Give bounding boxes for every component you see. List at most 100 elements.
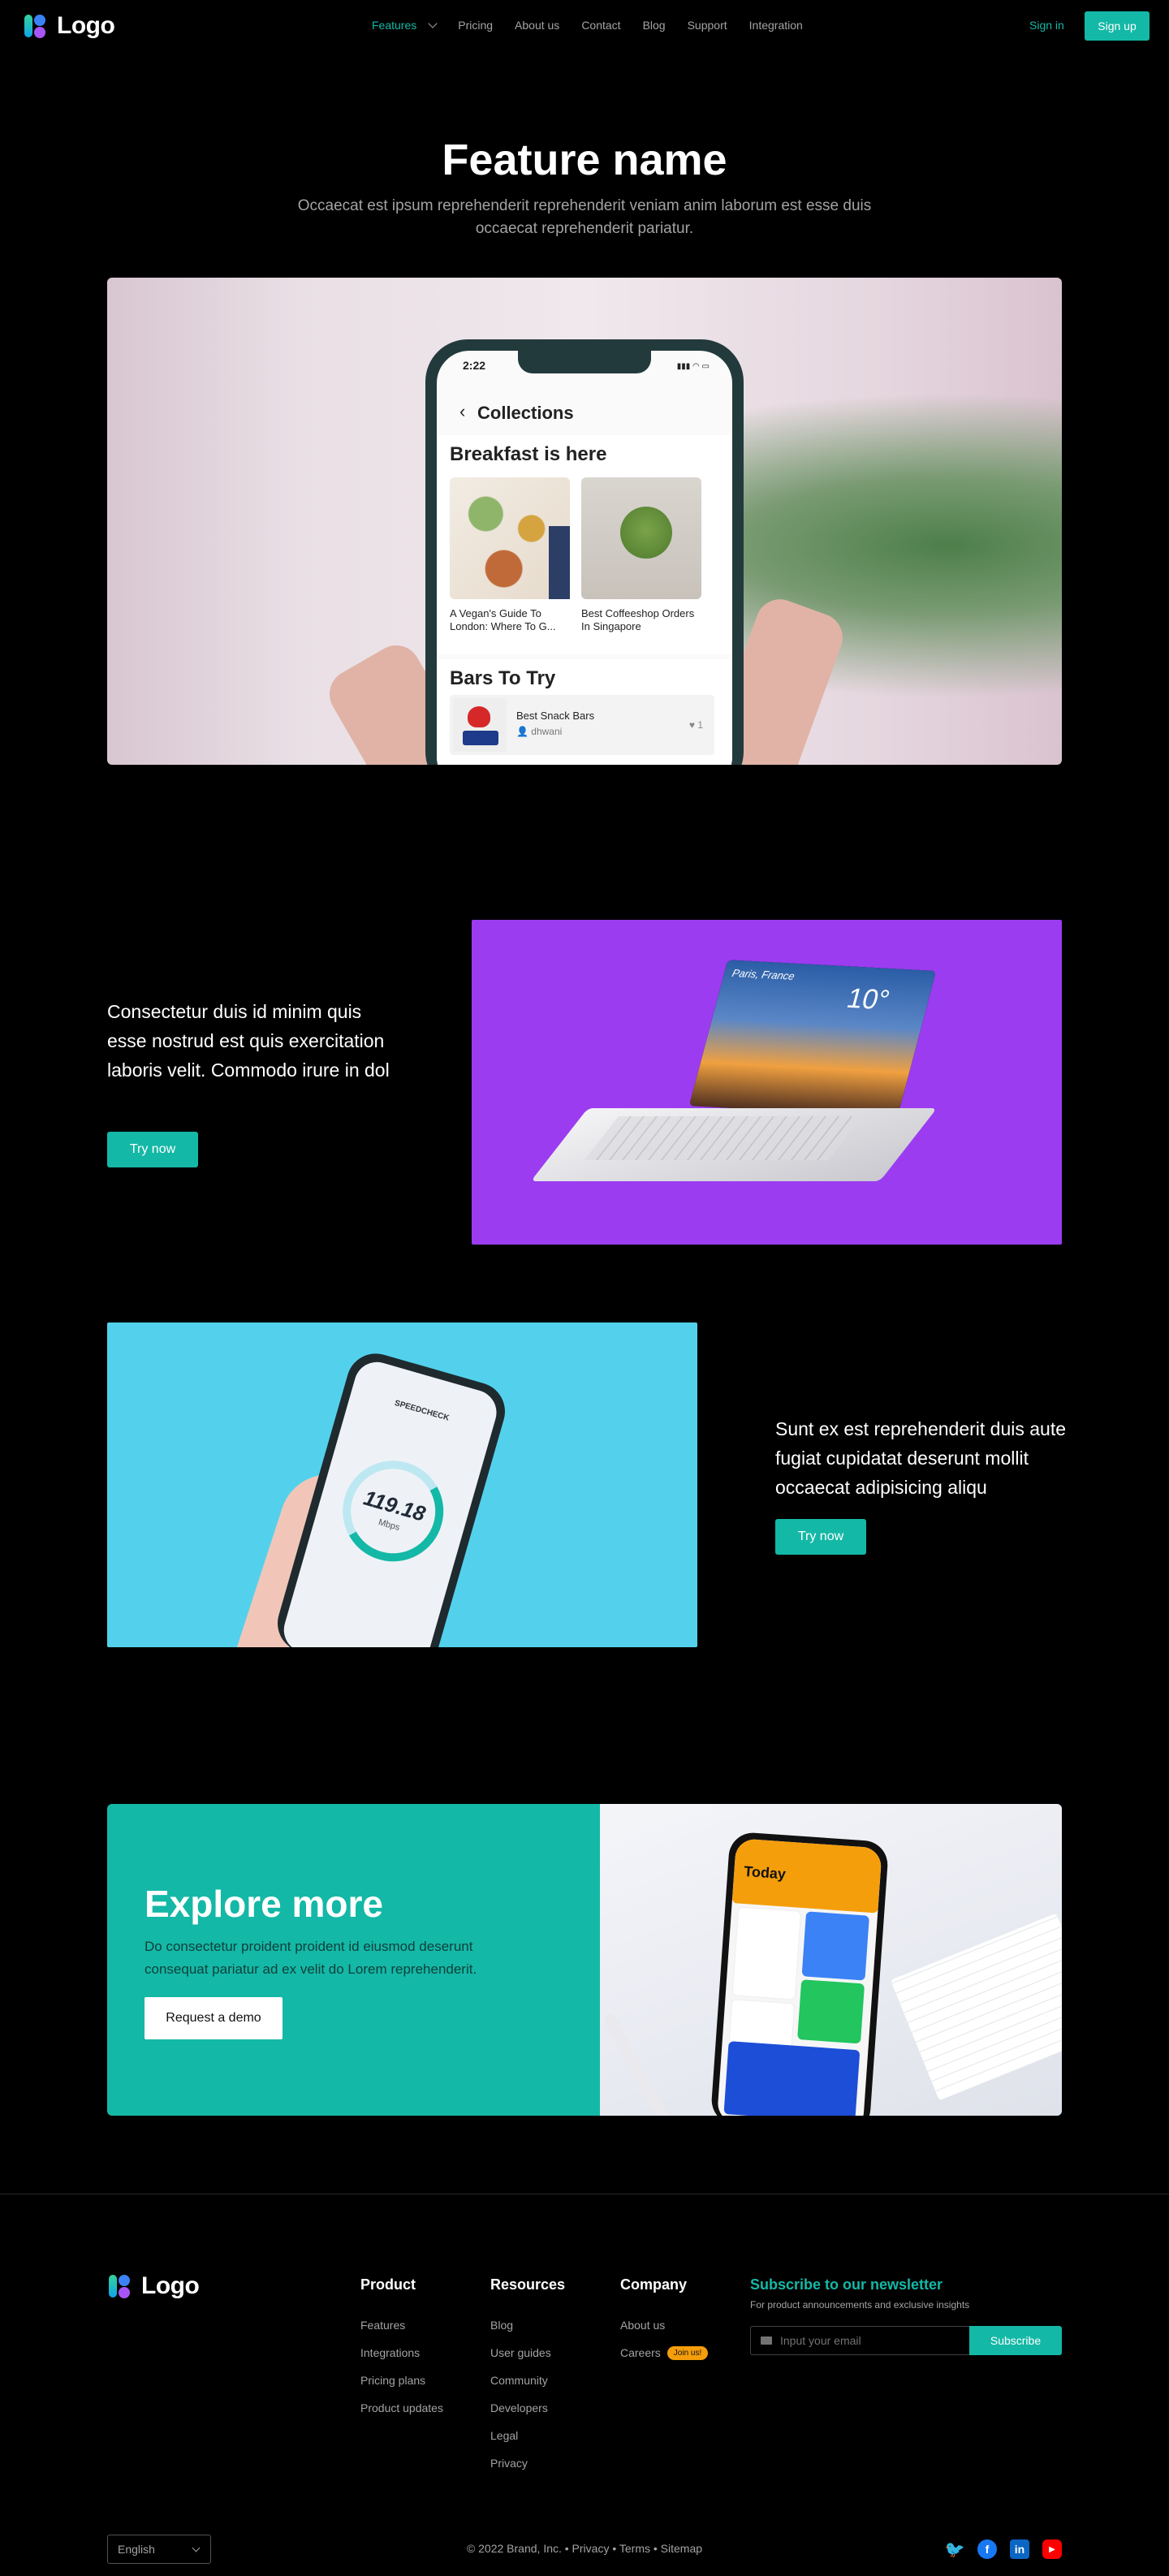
footer-link-label: Careers: [620, 2346, 661, 2359]
weather-temp: 10°: [843, 982, 893, 1016]
footer-col-title: Resources: [490, 2276, 566, 2293]
nav-blog[interactable]: Blog: [643, 19, 666, 32]
twitter-icon[interactable]: 🐦: [945, 2539, 965, 2559]
request-demo-button[interactable]: Request a demo: [145, 1997, 283, 2039]
footer-link[interactable]: Community: [490, 2367, 565, 2394]
nav-pricing[interactable]: Pricing: [458, 19, 493, 32]
phone-notch: [518, 351, 651, 373]
phone-mockup: 2:22 ▮▮▮ ◠ ▭ ‹ Collections Breakfast is …: [425, 339, 744, 765]
list-item: Best Snack Bars 👤 dhwani ♥ 1: [450, 695, 714, 755]
join-us-badge: Join us!: [666, 2345, 709, 2360]
youtube-icon[interactable]: ▶: [1042, 2539, 1062, 2559]
snack-thumbnail: [453, 698, 507, 752]
footer-link[interactable]: Integrations: [360, 2339, 443, 2367]
footer-link[interactable]: Features: [360, 2311, 443, 2339]
explore-subtitle: Do consectetur proident proident id eius…: [145, 1939, 477, 1977]
nav-support[interactable]: Support: [688, 19, 727, 32]
try-now-button[interactable]: Try now: [107, 1132, 198, 1167]
facebook-icon[interactable]: f: [977, 2539, 997, 2559]
try-now-button[interactable]: Try now: [775, 1519, 866, 1555]
subscribe-button[interactable]: Subscribe: [969, 2326, 1062, 2355]
phone-collections-title: Collections: [477, 403, 574, 423]
sign-up-button[interactable]: Sign up: [1085, 11, 1150, 41]
card-caption: A Vegan's Guide To London: Where To G...: [450, 607, 556, 632]
footer-link[interactable]: Pricing plans: [360, 2367, 443, 2394]
phone-screen: SPEEDCHECK 119.18 Mbps: [278, 1357, 503, 1647]
footer-link[interactable]: Blog: [490, 2311, 565, 2339]
footer-link[interactable]: Legal: [490, 2422, 565, 2449]
pen: [602, 2012, 674, 2116]
social-links: 🐦 f in ▶: [945, 2539, 1062, 2559]
phone-section-breakfast: Breakfast is here A Vegan's Guide To Lon…: [437, 435, 732, 654]
sign-in-link[interactable]: Sign in: [1029, 19, 1064, 32]
list-item-title: Best Snack Bars: [516, 710, 595, 722]
logo-text: Logo: [57, 12, 115, 39]
footer-link[interactable]: User guides: [490, 2339, 565, 2367]
footer-link[interactable]: Privacy: [490, 2449, 565, 2477]
phone-section-bars: Bars To Try Best Snack Bars 👤 dhwani ♥ 1: [437, 659, 732, 765]
chevron-down-icon: [428, 19, 438, 28]
email-placeholder: Input your email: [780, 2334, 861, 2347]
newsletter-title: Subscribe to our newsletter: [750, 2276, 943, 2293]
logo-mark-icon: [107, 2272, 136, 2301]
back-chevron-icon: ‹: [459, 401, 466, 421]
hero-title: Feature name: [442, 136, 727, 184]
footer-col-company: Company About us Careers Join us!: [620, 2276, 709, 2367]
live-data-tile: [731, 1906, 802, 2000]
footer-col-title: Product: [360, 2276, 416, 2293]
email-field[interactable]: Input your email: [750, 2326, 969, 2355]
food-card-image: [450, 477, 570, 599]
card-caption: Best Coffeeshop Orders In Singapore: [581, 607, 695, 632]
paris-wallpaper: [688, 960, 937, 1117]
feature2-text: Sunt ex est reprehenderit duis aute fugi…: [775, 1418, 1067, 1498]
like-value: 1: [697, 719, 703, 731]
main-nav: Features Pricing About us Contact Blog S…: [372, 19, 803, 32]
explore-banner: Explore more Do consectetur proident pro…: [107, 1804, 1062, 2116]
nav-integration[interactable]: Integration: [749, 19, 803, 32]
nav-features[interactable]: Features: [372, 19, 438, 32]
newsletter-subtitle: For product announcements and exclusive …: [750, 2299, 970, 2311]
footer-link-careers[interactable]: Careers Join us!: [620, 2339, 709, 2367]
site-header: Logo Features Pricing About us Contact B…: [0, 0, 1169, 52]
footer-logo[interactable]: Logo: [107, 2272, 200, 2301]
feature1-text: Consectetur duis id minim quis esse nost…: [107, 1001, 390, 1081]
highlights-tile: [797, 1979, 865, 2044]
like-count: ♥ 1: [688, 719, 703, 731]
hero-subtitle: Occaecat est ipsum reprehenderit reprehe…: [297, 197, 872, 237]
nav-about[interactable]: About us: [515, 19, 559, 32]
feature2-image: SPEEDCHECK 119.18 Mbps: [107, 1323, 697, 1647]
logo-text: Logo: [141, 2272, 200, 2299]
footer-link[interactable]: Developers: [490, 2394, 565, 2422]
phone-section-title: Breakfast is here: [450, 443, 607, 465]
phone-screen: 2:22 ▮▮▮ ◠ ▭ ‹ Collections Breakfast is …: [437, 351, 732, 765]
laptop-screen: Paris, France 10°: [688, 960, 937, 1117]
footer-link[interactable]: About us: [620, 2311, 708, 2339]
today-title: Today: [743, 1862, 787, 1883]
hero-image: 2:22 ▮▮▮ ◠ ▭ ‹ Collections Breakfast is …: [107, 278, 1062, 765]
notebook: [891, 1913, 1062, 2101]
laptop-keyboard: [584, 1116, 863, 1160]
explore-image: Today: [600, 1804, 1062, 2116]
footer-col-product: Product Features Integrations Pricing pl…: [360, 2276, 443, 2422]
phone-section-title: Bars To Try: [450, 667, 556, 689]
footer-link[interactable]: Product updates: [360, 2394, 443, 2422]
mail-icon: [761, 2337, 772, 2345]
logo[interactable]: Logo: [23, 11, 115, 41]
explore-title: Explore more: [145, 1883, 383, 1925]
weather-tile: [801, 1911, 869, 1981]
list-item-user: 👤 dhwani: [516, 726, 563, 737]
phone-mockup: Today: [710, 1831, 890, 2116]
linkedin-icon[interactable]: in: [1010, 2539, 1029, 2559]
app-brand: SPEEDCHECK: [393, 1398, 451, 1423]
nav-features-label: Features: [372, 19, 417, 32]
feature1-image: Paris, France 10°: [472, 920, 1062, 1245]
logo-mark-icon: [23, 11, 52, 41]
phone-screen: Today: [716, 1838, 882, 2116]
footer-col-title: Company: [620, 2276, 688, 2293]
sound-tile: [723, 2041, 861, 2116]
phone-time: 2:22: [463, 359, 486, 372]
footer-col-resources: Resources Blog User guides Community Dev…: [490, 2276, 565, 2477]
coffee-card-image: [581, 477, 701, 599]
signal-wifi-battery-icon: ▮▮▮ ◠ ▭: [676, 362, 710, 371]
nav-contact[interactable]: Contact: [581, 19, 620, 32]
